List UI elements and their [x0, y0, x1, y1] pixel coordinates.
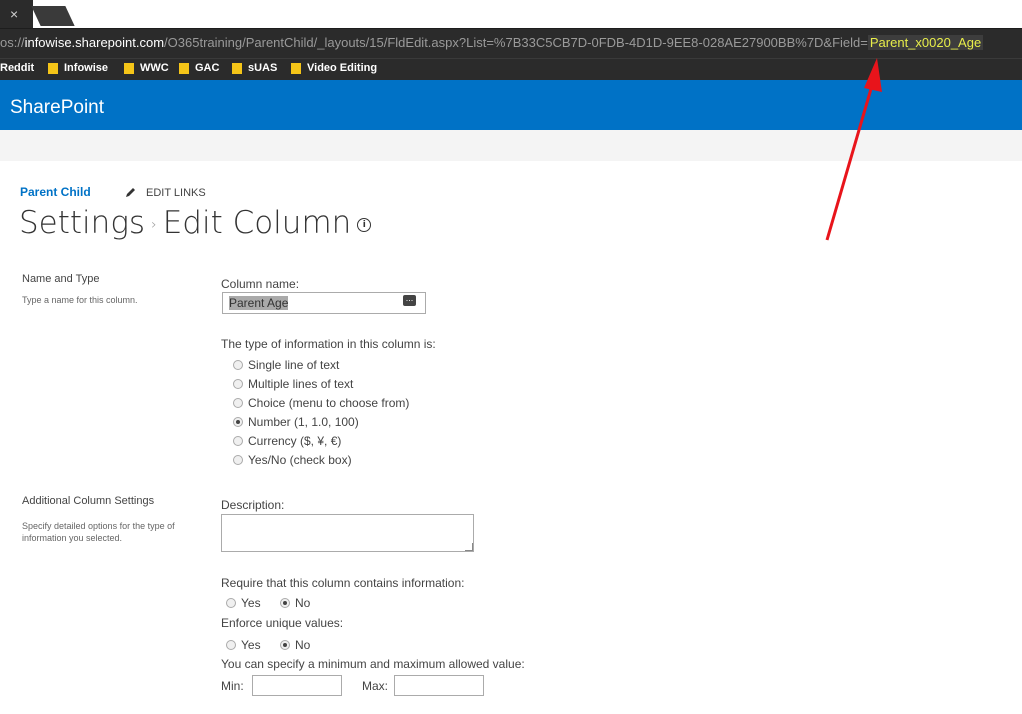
column-name-label: Column name: — [221, 277, 300, 291]
max-input[interactable] — [394, 675, 484, 696]
description-label: Description: — [221, 498, 285, 512]
bookmark-gac[interactable]: GAC — [179, 62, 219, 74]
type-option-single-line[interactable]: Single line of text — [233, 358, 339, 372]
radio-button[interactable] — [226, 598, 236, 608]
bookmark-video-editing[interactable]: Video Editing — [291, 62, 377, 74]
max-label: Max: — [362, 679, 389, 693]
page-title: Settings › Edit Column i — [19, 205, 372, 241]
bookmark-suas[interactable]: sUAS — [232, 62, 277, 74]
url-field-highlight: Parent_x0020_Age — [867, 35, 984, 50]
require-yes-option[interactable]: Yes — [226, 596, 261, 610]
title-settings[interactable]: Settings — [19, 205, 145, 241]
additional-settings-desc: Specify detailed options for the type of… — [22, 521, 175, 543]
radio-button-checked[interactable] — [280, 598, 290, 608]
min-label: Min: — [221, 679, 244, 693]
radio-button[interactable] — [226, 640, 236, 650]
folder-icon — [48, 62, 58, 74]
unique-label: Enforce unique values: — [221, 616, 344, 630]
unique-no-option[interactable]: No — [280, 638, 310, 652]
type-label: The type of information in this column i… — [221, 337, 436, 351]
radio-button-checked[interactable] — [280, 640, 290, 650]
title-edit-column: Edit Column — [162, 205, 352, 241]
pencil-icon[interactable] — [125, 186, 137, 198]
additional-settings-title: Additional Column Settings — [22, 495, 155, 507]
resize-handle-icon[interactable] — [465, 543, 473, 551]
type-option-choice[interactable]: Choice (menu to choose from) — [233, 396, 409, 410]
type-option-yes-no[interactable]: Yes/No (check box) — [233, 453, 352, 467]
edit-links-link[interactable]: EDIT LINKS — [146, 187, 206, 199]
close-icon[interactable]: × — [10, 6, 18, 22]
folder-icon — [291, 62, 301, 74]
require-label: Require that this column contains inform… — [221, 576, 465, 590]
min-input[interactable] — [252, 675, 342, 696]
ellipsis-icon[interactable]: ... — [403, 294, 416, 306]
bookmark-infowise[interactable]: Infowise — [48, 62, 108, 74]
name-type-title: Name and Type — [22, 273, 100, 285]
description-textarea[interactable] — [221, 514, 474, 552]
minmax-label: You can specify a minimum and maximum al… — [221, 657, 525, 671]
site-link[interactable]: Parent Child — [20, 185, 91, 199]
radio-button[interactable] — [233, 436, 243, 446]
address-url[interactable]: os://infowise.sharepoint.com/O365trainin… — [0, 35, 984, 50]
radio-button[interactable] — [233, 360, 243, 370]
folder-icon — [232, 62, 242, 74]
type-option-multiple-lines[interactable]: Multiple lines of text — [233, 377, 353, 391]
column-name-input[interactable]: Parent Age — [222, 292, 426, 314]
folder-icon — [179, 62, 189, 74]
name-type-desc: Type a name for this column. — [22, 295, 138, 305]
column-name-value: Parent Age — [229, 296, 289, 310]
browser-tab-strip — [0, 0, 1022, 28]
type-option-currency[interactable]: Currency ($, ¥, €) — [233, 434, 341, 448]
radio-button[interactable] — [233, 379, 243, 389]
url-path: /O365training/ParentChild/_layouts/15/Fl… — [164, 35, 868, 50]
folder-icon — [124, 62, 134, 74]
suite-bar — [0, 80, 1022, 130]
radio-button-checked[interactable] — [233, 417, 243, 427]
sharepoint-brand[interactable]: SharePoint — [10, 97, 104, 119]
require-no-option[interactable]: No — [280, 596, 310, 610]
unique-yes-option[interactable]: Yes — [226, 638, 261, 652]
bookmark-reddit[interactable]: Reddit — [0, 62, 34, 74]
radio-button[interactable] — [233, 455, 243, 465]
bookmark-wwc[interactable]: WWC — [124, 62, 169, 74]
url-prefix: os:// — [0, 35, 25, 50]
type-option-number[interactable]: Number (1, 1.0, 100) — [233, 415, 359, 429]
chevron-right-icon: › — [151, 216, 157, 233]
radio-button[interactable] — [233, 398, 243, 408]
url-host: infowise.sharepoint.com — [24, 35, 165, 50]
ribbon-bar — [0, 130, 1022, 161]
info-icon[interactable]: i — [357, 217, 372, 232]
